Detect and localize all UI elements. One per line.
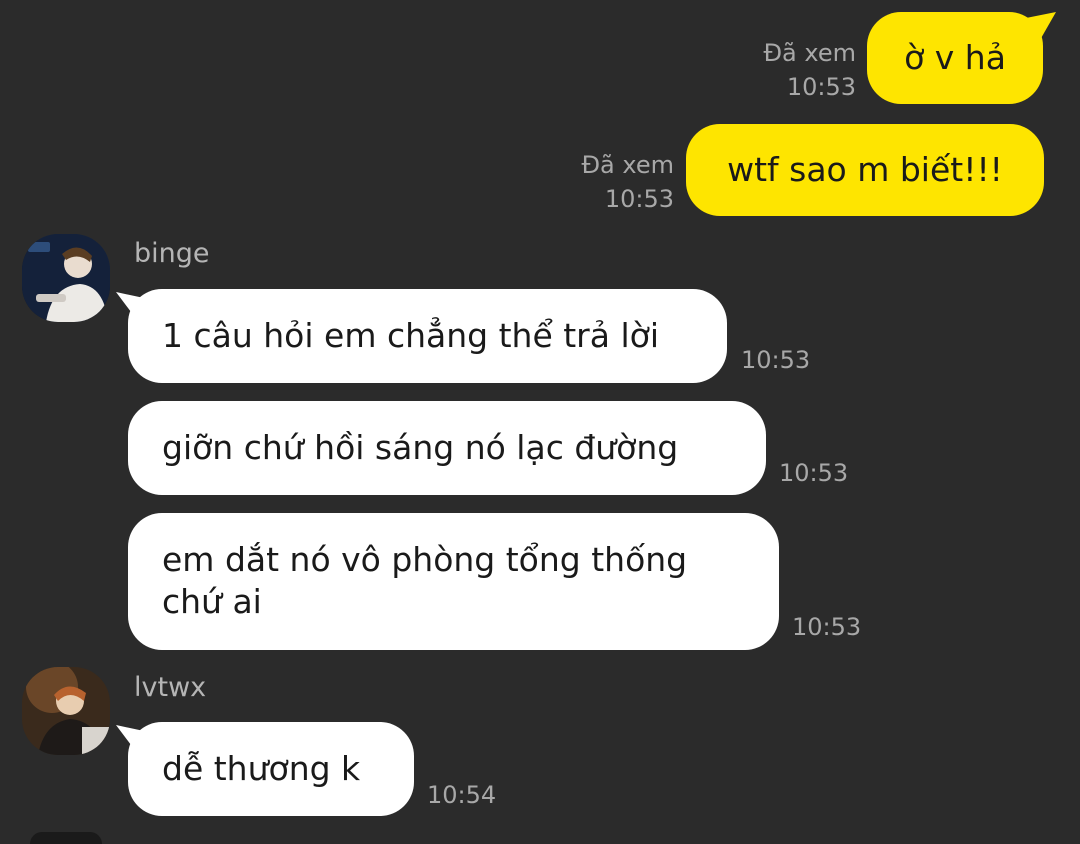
message-time: 10:54	[427, 781, 497, 809]
message-time: 10:53	[779, 459, 849, 487]
message-time: 10:53	[792, 613, 862, 641]
seen-status: Đã xem	[763, 39, 856, 67]
message-text: dễ thương k	[162, 749, 361, 788]
message-time: 10:53	[786, 73, 856, 101]
avatar-photo-icon	[22, 667, 110, 755]
seen-status: Đã xem	[581, 151, 674, 179]
outgoing-message-bubble[interactable]: ờ v hả	[867, 12, 1043, 104]
outgoing-message-bubble[interactable]: wtf sao m biết!!!	[686, 124, 1044, 216]
avatar-photo-icon	[22, 234, 110, 322]
message-time: 10:53	[741, 346, 811, 374]
sender-name: binge	[134, 238, 210, 269]
incoming-message-bubble[interactable]: giỡn chứ hồi sáng nó lạc đường	[128, 401, 766, 495]
incoming-message-bubble[interactable]: em dắt nó vô phòng tổng thống chứ ai	[128, 513, 779, 650]
avatar-partial	[30, 832, 102, 844]
avatar[interactable]	[22, 667, 110, 755]
message-text: 1 câu hỏi em chẳng thể trả lời	[162, 316, 659, 355]
incoming-message-bubble[interactable]: dễ thương k	[128, 722, 414, 816]
incoming-message-bubble[interactable]: 1 câu hỏi em chẳng thể trả lời	[128, 289, 727, 383]
sender-name: lvtwx	[134, 672, 207, 703]
message-text-line: em dắt nó vô phòng tổng thống	[162, 540, 688, 579]
message-text: wtf sao m biết!!!	[727, 150, 1003, 189]
message-text: giỡn chứ hồi sáng nó lạc đường	[162, 428, 679, 467]
message-text: ờ v hả	[904, 38, 1006, 77]
message-text-line: chứ ai	[162, 582, 262, 621]
read-receipt: Đã xem 10:53	[538, 148, 674, 216]
message-time: 10:53	[604, 185, 674, 213]
read-receipt: Đã xem 10:53	[720, 36, 856, 104]
avatar[interactable]	[22, 234, 110, 322]
bubble-tail	[1026, 12, 1056, 40]
